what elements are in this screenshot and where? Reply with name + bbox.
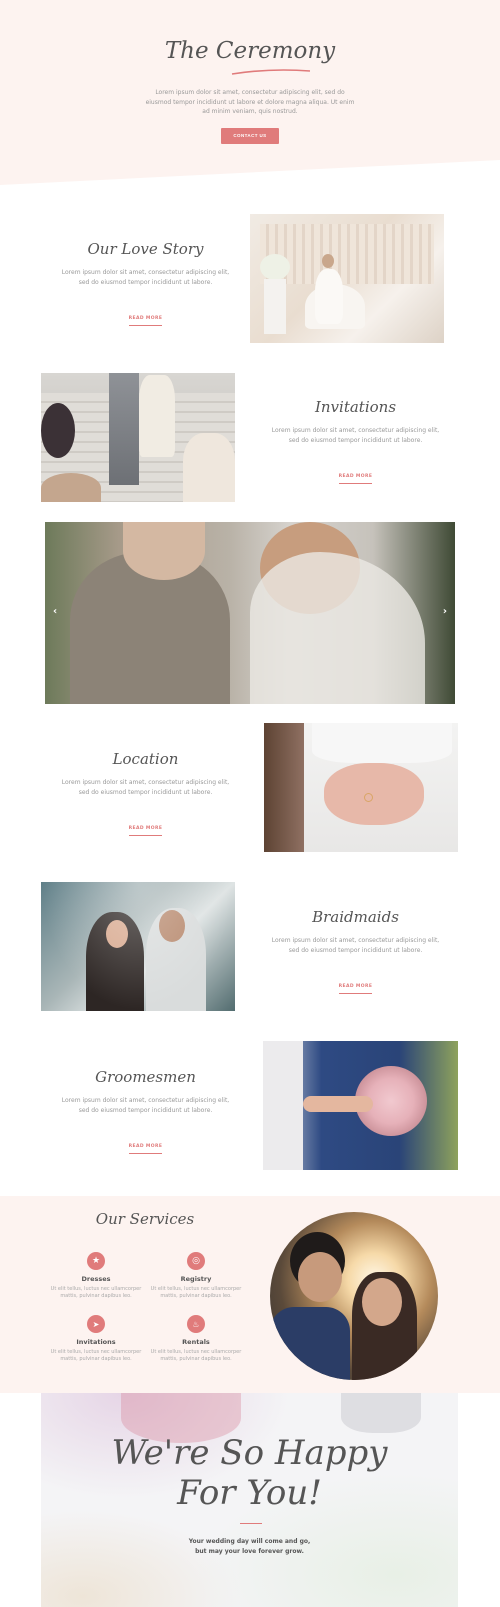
star-icon: ★ — [87, 1252, 105, 1270]
slider-next-arrow[interactable]: › — [443, 606, 447, 617]
paper-plane-icon: ➤ — [87, 1315, 105, 1333]
hero-title: The Ceremony — [164, 38, 336, 64]
cake-icon: ♨ — [187, 1315, 205, 1333]
invitations-block: Invitations Lorem ipsum dolor sit amet, … — [268, 398, 443, 484]
slider-watermark — [175, 642, 375, 666]
read-more-link[interactable]: READ MORE — [338, 984, 373, 994]
rings-icon: ◎ — [187, 1252, 205, 1270]
love-story-block: Our Love Story Lorem ipsum dolor sit ame… — [58, 240, 233, 326]
couple-under-veil-photo — [41, 882, 235, 1011]
service-name: Rentals — [182, 1338, 210, 1346]
section-title: Braidmaids — [312, 908, 399, 926]
title-underline-flourish — [231, 69, 311, 75]
hands-with-rings-photo — [264, 723, 458, 852]
section-text: Lorem ipsum dolor sit amet, consectetur … — [61, 1097, 230, 1114]
service-dresses[interactable]: ★ Dresses Ut elit tellus, luctus nec ull… — [50, 1252, 142, 1300]
section-text: Lorem ipsum dolor sit amet, consectetur … — [61, 779, 230, 796]
service-text: Ut elit tellus, luctus nec ullamcorper m… — [150, 1286, 242, 1299]
section-text: Lorem ipsum dolor sit amet, consectetur … — [271, 937, 440, 954]
section-title: Invitations — [314, 398, 397, 416]
couple-with-bouquet-photo — [263, 1041, 458, 1170]
happy-subtitle: Your wedding day will come and go, but m… — [41, 1537, 458, 1557]
happy-banner: We're So Happy For You! Your wedding day… — [41, 1393, 458, 1607]
hero-description: Lorem ipsum dolor sit amet, consectetur … — [145, 89, 355, 115]
section-title: Our Love Story — [87, 240, 204, 258]
service-name: Invitations — [76, 1338, 116, 1346]
happy-subtitle-line-2: but may your love forever grow. — [195, 1548, 304, 1555]
service-name: Registry — [180, 1275, 212, 1283]
section-title: Groomesmen — [95, 1068, 196, 1086]
read-more-link[interactable]: READ MORE — [128, 316, 163, 326]
happy-title-line-1: We're So Happy — [111, 1433, 388, 1473]
bride-in-chair-photo — [250, 214, 444, 343]
services-title: Our Services — [95, 1210, 195, 1228]
accent-divider — [240, 1523, 262, 1524]
location-block: Location Lorem ipsum dolor sit amet, con… — [58, 750, 233, 836]
contact-us-button[interactable]: CONTACT US — [221, 128, 279, 144]
happy-subtitle-line-1: Your wedding day will come and go, — [188, 1538, 311, 1545]
couple-sunset-circle-photo — [270, 1212, 438, 1380]
groomsmen-block: Groomesmen Lorem ipsum dolor sit amet, c… — [58, 1068, 233, 1154]
image-slider: ‹ › — [45, 522, 455, 704]
happy-title-line-2: For You! — [177, 1473, 322, 1513]
service-name: Dresses — [81, 1275, 111, 1283]
service-text: Ut elit tellus, luctus nec ullamcorper m… — [50, 1286, 142, 1299]
couple-on-stairs-photo — [41, 373, 235, 502]
section-title: Location — [112, 750, 179, 768]
bridesmaids-block: Braidmaids Lorem ipsum dolor sit amet, c… — [268, 908, 443, 994]
section-text: Lorem ipsum dolor sit amet, consectetur … — [271, 427, 440, 444]
services-section: Our Services ★ Dresses Ut elit tellus, l… — [0, 1196, 500, 1393]
section-text: Lorem ipsum dolor sit amet, consectetur … — [61, 269, 230, 286]
service-invitations[interactable]: ➤ Invitations Ut elit tellus, luctus nec… — [50, 1315, 142, 1363]
service-rentals[interactable]: ♨ Rentals Ut elit tellus, luctus nec ull… — [150, 1315, 242, 1363]
read-more-link[interactable]: READ MORE — [128, 1144, 163, 1154]
service-registry[interactable]: ◎ Registry Ut elit tellus, luctus nec ul… — [150, 1252, 242, 1300]
read-more-link[interactable]: READ MORE — [338, 474, 373, 484]
service-text: Ut elit tellus, luctus nec ullamcorper m… — [50, 1349, 142, 1362]
read-more-link[interactable]: READ MORE — [128, 826, 163, 836]
service-text: Ut elit tellus, luctus nec ullamcorper m… — [150, 1349, 242, 1362]
slider-prev-arrow[interactable]: ‹ — [53, 606, 57, 617]
